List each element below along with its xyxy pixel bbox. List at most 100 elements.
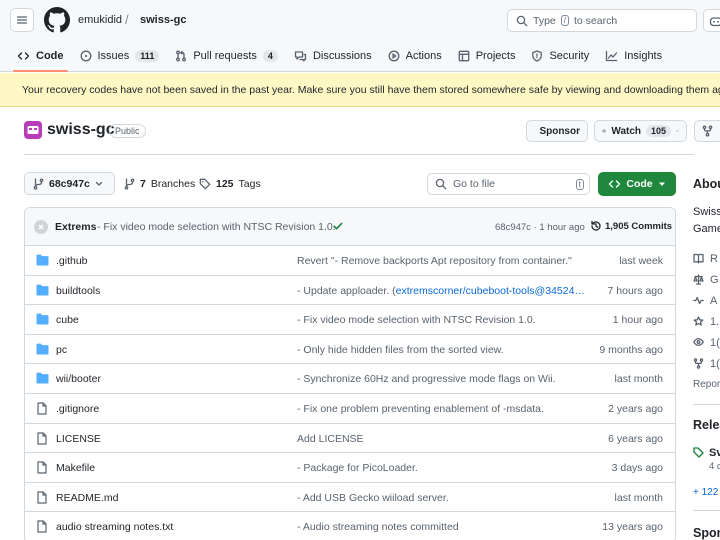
file-row[interactable]: cube - Fix video mode selection with NTSC… bbox=[25, 305, 675, 335]
tab-insights[interactable]: Insights bbox=[597, 44, 670, 68]
branch-selector[interactable]: 68c947c bbox=[24, 172, 115, 195]
branch-icon bbox=[124, 177, 135, 190]
about-description-line-2: Game bbox=[693, 223, 720, 235]
branch-icon bbox=[33, 177, 44, 190]
pulse-icon bbox=[693, 296, 704, 305]
tab-actions[interactable]: Actions bbox=[380, 44, 450, 68]
author-avatar[interactable] bbox=[34, 220, 48, 234]
menu-button[interactable] bbox=[10, 8, 34, 32]
latest-release-date: 4 c bbox=[709, 461, 720, 472]
file-name[interactable]: buildtools bbox=[56, 285, 100, 297]
file-commit-message[interactable]: - Fix one problem preventing enablement … bbox=[297, 403, 587, 415]
tags-label: Tags bbox=[238, 177, 261, 190]
breadcrumb-separator: / bbox=[125, 12, 129, 27]
file-commit-message[interactable]: - Fix video mode selection with NTSC Rev… bbox=[297, 314, 587, 326]
tab-discussions[interactable]: Discussions bbox=[286, 44, 380, 68]
commit-hash-time[interactable]: 68c947c · 1 hour ago bbox=[495, 222, 585, 233]
file-commit-date: 1 hour ago bbox=[612, 314, 663, 327]
tab-projects[interactable]: Projects bbox=[450, 44, 524, 68]
visibility-badge: Public bbox=[109, 124, 146, 138]
more-releases-link[interactable]: + 122 bbox=[693, 487, 718, 498]
watch-button[interactable]: Watch 105 bbox=[594, 120, 687, 142]
releases-heading[interactable]: Relea bbox=[693, 418, 720, 432]
file-name[interactable]: Makefile bbox=[56, 462, 95, 474]
latest-release-link[interactable]: Sv bbox=[693, 447, 720, 459]
file-commit-message[interactable]: Add LICENSE bbox=[297, 433, 587, 445]
commits-link[interactable]: 1,905 Commits bbox=[590, 220, 672, 232]
sponsor-button[interactable]: Sponsor bbox=[526, 120, 588, 142]
file-row[interactable]: .github Revert "- Remove backports Apt re… bbox=[25, 246, 675, 276]
commit-message-text: Revert "- Remove backports Apt repositor… bbox=[297, 255, 572, 267]
go-to-file-input[interactable]: Go to file t bbox=[427, 173, 590, 195]
file-icon bbox=[37, 491, 47, 504]
file-name[interactable]: audio streaming notes.txt bbox=[56, 521, 173, 533]
search-input[interactable]: Type / to search bbox=[507, 9, 697, 32]
file-commit-date: last week bbox=[619, 255, 663, 267]
latest-release-name: Sv bbox=[709, 447, 720, 459]
watchers-link[interactable]: 1( bbox=[693, 337, 720, 349]
file-name[interactable]: .github bbox=[56, 255, 88, 267]
file-name[interactable]: pc bbox=[56, 344, 67, 356]
file-commit-message[interactable]: - Audio streaming notes committed bbox=[297, 521, 587, 533]
report-repository-link[interactable]: Repor bbox=[693, 379, 720, 390]
code-icon bbox=[609, 180, 621, 188]
code-button[interactable]: Code bbox=[598, 172, 676, 196]
file-row[interactable]: LICENSE Add LICENSE 6 years ago bbox=[25, 424, 675, 454]
tab-code[interactable]: Code bbox=[9, 44, 72, 72]
commit-message[interactable]: - Fix video mode selection with NTSC Rev… bbox=[97, 221, 336, 233]
file-name[interactable]: wii/booter bbox=[56, 373, 101, 385]
file-commit-message[interactable]: - Only hide hidden files from the sorted… bbox=[297, 344, 587, 356]
forks-link[interactable]: 1( bbox=[693, 358, 720, 370]
check-icon[interactable] bbox=[332, 220, 344, 232]
repo-name[interactable]: swiss-gc bbox=[47, 121, 115, 139]
readme-link[interactable]: R bbox=[693, 253, 718, 265]
license-label: G bbox=[710, 274, 719, 286]
file-row[interactable]: buildtools - Update apploader. (extremsco… bbox=[25, 276, 675, 306]
commit-message-text: - Synchronize 60Hz and progressive mode … bbox=[297, 373, 556, 386]
chevron-down-icon bbox=[95, 181, 103, 186]
file-icon bbox=[37, 431, 47, 445]
global-header: emukidid / swiss-gc Type / to search Cod… bbox=[0, 0, 720, 72]
file-commit-message[interactable]: - Update apploader. (extremscorner/cubeb… bbox=[297, 285, 587, 297]
file-commit-message[interactable]: - Synchronize 60Hz and progressive mode … bbox=[297, 373, 587, 385]
commit-author[interactable]: Extrems bbox=[55, 221, 96, 233]
tab-label: Pull requests bbox=[193, 50, 257, 62]
github-logo-icon[interactable] bbox=[44, 7, 70, 33]
sidebar-divider bbox=[693, 510, 720, 511]
tab-issues[interactable]: Issues 111 bbox=[72, 44, 168, 68]
tags-link[interactable]: 125 Tags bbox=[199, 172, 261, 195]
file-commit-date: 6 years ago bbox=[608, 432, 663, 445]
watch-count-badge: 105 bbox=[646, 125, 672, 137]
tab-pull-requests[interactable]: Pull requests 4 bbox=[167, 44, 286, 68]
file-row[interactable]: wii/booter - Synchronize 60Hz and progres… bbox=[25, 364, 675, 394]
file-table: Extrems - Fix video mode selection with … bbox=[24, 207, 676, 540]
tab-label: Actions bbox=[405, 50, 442, 62]
file-row[interactable]: Makefile - Package for PicoLoader. 3 days … bbox=[25, 453, 675, 483]
branches-link[interactable]: 7 Branches bbox=[124, 172, 195, 195]
table-icon bbox=[458, 50, 470, 62]
file-name[interactable]: LICENSE bbox=[56, 433, 101, 445]
tab-label: Issues bbox=[97, 50, 130, 62]
file-name[interactable]: README.md bbox=[56, 492, 118, 504]
tab-label: Discussions bbox=[312, 50, 372, 62]
file-commit-message[interactable]: Revert "- Remove backports Apt repositor… bbox=[297, 255, 587, 267]
file-row[interactable]: .gitignore - Fix one problem preventing e… bbox=[25, 394, 675, 424]
go-to-file-shortcut: t bbox=[575, 179, 584, 190]
commit-message-text: - Audio streaming notes committed bbox=[297, 521, 459, 534]
discussions-icon bbox=[294, 51, 307, 62]
file-name[interactable]: .gitignore bbox=[56, 403, 99, 415]
file-name[interactable]: cube bbox=[56, 314, 79, 326]
file-commit-message[interactable]: - Package for PicoLoader. bbox=[297, 462, 587, 474]
license-link[interactable]: G bbox=[693, 274, 719, 286]
breadcrumb-owner[interactable]: emukidid bbox=[78, 14, 122, 26]
branches-label: Branches bbox=[150, 177, 196, 190]
file-row[interactable]: audio streaming notes.txt - Audio streami… bbox=[25, 512, 675, 540]
file-commit-message[interactable]: - Add USB Gecko wiiload server. bbox=[297, 492, 587, 504]
stars-link[interactable]: 1. bbox=[693, 316, 719, 328]
tab-security[interactable]: Security bbox=[523, 44, 597, 68]
activity-link[interactable]: A bbox=[693, 295, 717, 307]
breadcrumb-repo[interactable]: swiss-gc bbox=[140, 14, 186, 26]
file-row[interactable]: README.md - Add USB Gecko wiiload server.… bbox=[25, 483, 675, 513]
commit-reference-link[interactable]: extremscorner/cubeboot-tools@34524… bbox=[396, 285, 585, 297]
file-row[interactable]: pc - Only hide hidden files from the sort… bbox=[25, 335, 675, 365]
